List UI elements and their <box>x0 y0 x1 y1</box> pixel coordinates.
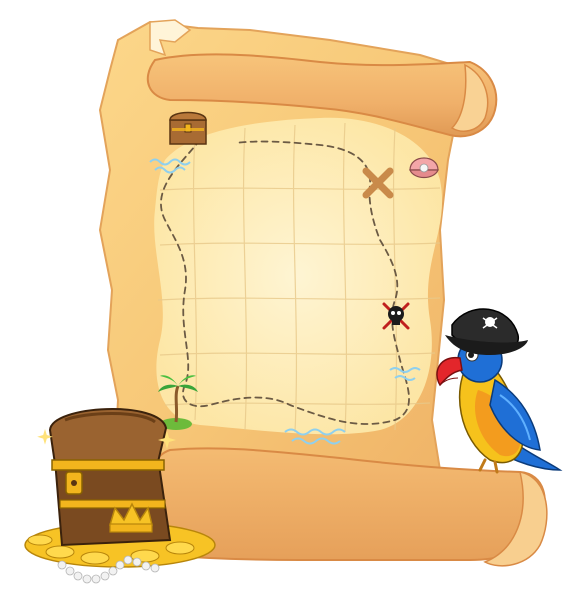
pirate-parrot <box>436 308 563 474</box>
shell-pearl-icon <box>409 157 439 179</box>
map-region <box>154 117 443 435</box>
treasure-map-illustration <box>24 19 563 584</box>
treasure-chest-icon <box>169 111 207 145</box>
treasure-chest <box>48 408 172 547</box>
